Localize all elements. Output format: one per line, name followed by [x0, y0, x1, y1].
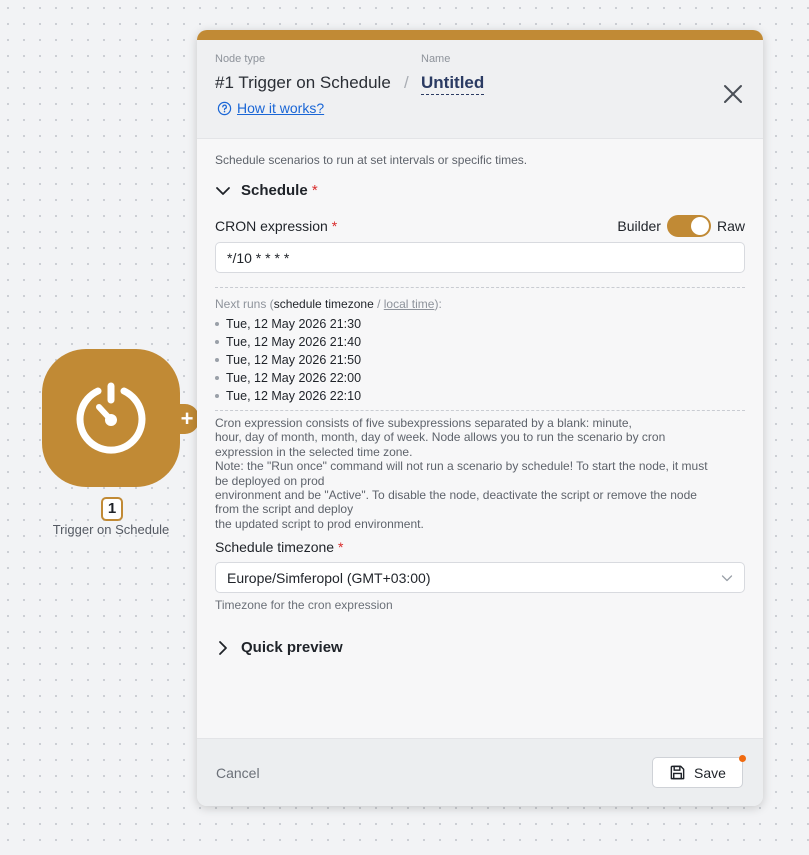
next-run-time: Tue, 12 May 2026 22:10: [226, 389, 362, 403]
trigger-node[interactable]: [42, 349, 180, 487]
required-mark: *: [337, 539, 344, 556]
next-runs-label: Next runs (schedule timezone / local tim…: [215, 297, 745, 311]
next-run-item: Tue, 12 May 2026 21:50: [215, 351, 745, 369]
node-type-value: #1 Trigger on Schedule: [215, 73, 391, 92]
chevron-down-icon: [216, 186, 230, 195]
node-settings-panel: Node type Name #1 Trigger on Schedule / …: [197, 30, 763, 806]
schedule-section-title: Schedule: [241, 182, 308, 199]
timezone-select[interactable]: Europe/Simferopol (GMT+03:00): [215, 562, 745, 594]
next-runs-list: Tue, 12 May 2026 21:30 Tue, 12 May 2026 …: [215, 315, 745, 405]
node-name-label: Name: [421, 53, 451, 65]
note-line: expression in the selected time zone.: [215, 444, 413, 459]
cron-expression-input[interactable]: */10 * * * *: [215, 242, 745, 273]
next-runs-suffix: ):: [434, 297, 442, 311]
quick-preview-title: Quick preview: [241, 639, 343, 657]
cron-label-row: CRON expression * Builder Raw: [215, 215, 745, 237]
next-run-time: Tue, 12 May 2026 21:50: [226, 353, 362, 367]
cancel-button[interactable]: Cancel: [216, 765, 260, 781]
note-line: from the script and deploy: [215, 502, 354, 517]
node-label: Trigger on Schedule: [52, 522, 170, 537]
toggle-raw-label: Raw: [716, 218, 745, 234]
cron-expression-label: CRON expression: [215, 218, 328, 234]
chevron-down-icon: [721, 575, 733, 581]
note-line: hour, day of month, month, day of week. …: [215, 430, 666, 445]
builder-raw-toggle[interactable]: [666, 215, 711, 237]
next-run-item: Tue, 12 May 2026 22:10: [215, 387, 745, 405]
node-index-badge: 1: [101, 497, 123, 521]
note-line: Note: the "Run once" command will not ru…: [215, 459, 708, 474]
note-line: be deployed on prod: [215, 473, 325, 488]
required-mark: *: [311, 182, 318, 199]
panel-header: Node type Name #1 Trigger on Schedule / …: [197, 40, 763, 139]
next-run-item: Tue, 12 May 2026 21:40: [215, 333, 745, 351]
node-description: Schedule scenarios to run at set interva…: [215, 153, 528, 167]
header-separator: /: [404, 73, 409, 92]
bullet: [215, 340, 219, 344]
timer-icon: [76, 382, 146, 454]
unsaved-changes-dot: [739, 755, 746, 762]
timezone-selected-value: Europe/Simferopol (GMT+03:00): [227, 569, 431, 586]
local-time-link[interactable]: local time: [384, 297, 435, 311]
panel-footer: Cancel Save: [197, 738, 763, 806]
next-run-time: Tue, 12 May 2026 21:40: [226, 335, 362, 349]
cron-help-note: Cron expression consists of five subexpr…: [215, 416, 745, 531]
panel-accent-bar: [197, 30, 763, 40]
required-mark: *: [331, 218, 338, 234]
close-icon: [724, 85, 742, 103]
schedule-timezone-field-label: Schedule timezone: [215, 539, 335, 556]
panel-body: Schedule scenarios to run at set interva…: [215, 150, 745, 656]
schedule-timezone-label: schedule timezone: [273, 297, 374, 311]
save-button[interactable]: Save: [652, 757, 743, 788]
next-run-item: Tue, 12 May 2026 21:30: [215, 315, 745, 333]
note-line: the updated script to prod environment.: [215, 516, 424, 531]
node-type-label: Node type: [215, 53, 266, 65]
next-runs-prefix: Next runs (: [215, 297, 274, 311]
bullet: [215, 322, 219, 326]
timezone-hint: Timezone for the cron expression: [215, 598, 393, 613]
schedule-section-toggle[interactable]: Schedule *: [215, 182, 745, 199]
cron-expression-value: */10 * * * *: [227, 249, 290, 266]
quick-preview-toggle[interactable]: Quick preview: [215, 639, 745, 656]
save-label: Save: [694, 764, 726, 781]
toggle-builder-label: Builder: [617, 218, 661, 234]
next-run-time: Tue, 12 May 2026 21:30: [226, 317, 362, 331]
divider: [215, 287, 745, 288]
how-it-works-text: How it works?: [237, 100, 325, 116]
divider: [215, 410, 745, 411]
node-name-editable[interactable]: Untitled: [421, 73, 485, 95]
note-line: Cron expression consists of five subexpr…: [215, 416, 632, 430]
close-button[interactable]: [721, 82, 745, 106]
builder-raw-switch: Builder Raw: [617, 215, 745, 237]
chevron-right-icon: [219, 640, 227, 655]
next-run-time: Tue, 12 May 2026 22:00: [226, 371, 362, 385]
add-connection-button[interactable]: +: [175, 404, 199, 434]
bullet: [215, 376, 219, 380]
question-circle-icon: [217, 101, 232, 115]
next-run-item: Tue, 12 May 2026 22:00: [215, 369, 745, 387]
note-line: environment and be "Active". To disable …: [215, 488, 697, 503]
next-runs-separator: /: [373, 297, 384, 311]
bullet: [215, 358, 219, 362]
bullet: [215, 394, 219, 398]
how-it-works-link[interactable]: How it works?: [217, 100, 324, 116]
plus-icon: +: [180, 406, 194, 431]
floppy-disk-icon: [670, 765, 685, 780]
